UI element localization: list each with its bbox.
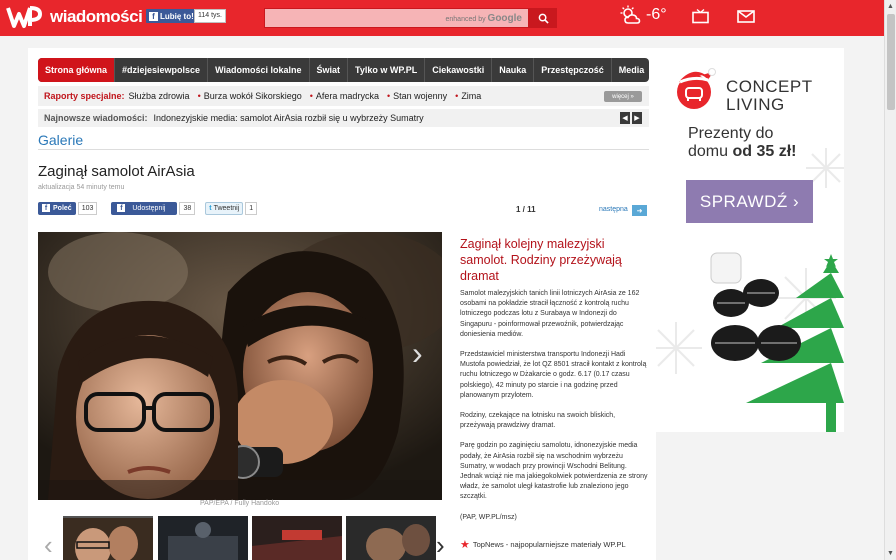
next-link[interactable]: następna: [599, 206, 628, 213]
nav-item-only-wp[interactable]: Tylko w WP.PL: [348, 58, 426, 82]
nav-item-curiosities[interactable]: Ciekawostki: [425, 58, 493, 82]
facebook-icon: f: [117, 204, 126, 212]
photo-next-chevron-icon[interactable]: ›: [412, 335, 423, 372]
search-provider: enhanced by Google: [445, 13, 523, 24]
main-nav: Strona główna #dziejesiewpolsce Wiadomoś…: [38, 58, 649, 82]
article-headline: Zaginął kolejny malezyjski samolot. Rodz…: [460, 237, 622, 283]
concept-living-logo-icon: [677, 68, 716, 109]
tv-icon[interactable]: [692, 9, 709, 24]
temperature: -6°: [646, 6, 667, 23]
latest-news-ticker: Najnowsze wiadomości: Indonezyjskie medi…: [38, 109, 649, 127]
ad-tagline: Prezenty do: [688, 125, 774, 142]
thumbs-next-chevron-icon[interactable]: ›: [436, 530, 445, 560]
update-time: aktualizacja 54 minuty temu: [38, 184, 125, 191]
article-paragraph: Samolot malezyjskich tanich linii lotnic…: [460, 290, 640, 338]
report-link[interactable]: Zima: [455, 91, 481, 101]
fb-like-count: 114 tys.: [194, 9, 226, 23]
ad-check-button[interactable]: SPRAWDŹ ›: [686, 180, 813, 223]
latest-news-label: Najnowsze wiadomości:: [44, 113, 148, 123]
fb-recommend-count: 103: [77, 201, 98, 215]
ad-brand: CONCEPT: [726, 77, 813, 96]
fb-like-button[interactable]: f Lubię to!: [146, 9, 197, 23]
tweet-button[interactable]: t Tweetnij: [205, 201, 244, 215]
thumbs-prev-chevron-icon[interactable]: ‹: [44, 530, 53, 560]
report-link[interactable]: Służba zdrowia: [129, 91, 190, 101]
ticker-next-icon[interactable]: ▶: [632, 112, 642, 124]
fb-like-label: Lubię to!: [160, 11, 194, 21]
ad-product-image: [710, 252, 801, 361]
article-paragraph: Rodziny, czekające na lotnisku na swoich…: [460, 412, 616, 430]
search-input[interactable]: enhanced by Google: [264, 8, 529, 28]
star-icon: ★: [460, 539, 470, 551]
nav-item-science[interactable]: Nauka: [492, 58, 535, 82]
special-reports-bar: Raporty specjalne: Służba zdrowia Burza …: [38, 86, 649, 106]
share-bar: f Poleć 103 f Udostępnij 38 t Tweetnij 1: [38, 201, 258, 215]
weather-partly-cloudy-icon: [620, 5, 641, 24]
page-scrollbar[interactable]: ▲ ▼: [884, 0, 896, 560]
report-link[interactable]: Burza wokół Sikorskiego: [198, 91, 302, 101]
scroll-up-icon[interactable]: ▲: [887, 3, 894, 10]
report-link[interactable]: Stan wojenny: [387, 91, 447, 101]
topnews-link[interactable]: ★ TopNews - najpopularniejsze materiały …: [460, 538, 626, 551]
nav-item-local-news[interactable]: Wiadomości lokalne: [208, 58, 310, 82]
wp-logo-icon[interactable]: [6, 4, 42, 30]
gallery-thumbnail[interactable]: [63, 516, 153, 560]
nav-item-dziejesiewpolsce[interactable]: #dziejesiewpolsce: [115, 58, 209, 82]
scrollbar-thumb[interactable]: [887, 14, 895, 110]
nav-item-world[interactable]: Świat: [310, 58, 349, 82]
nav-item-media[interactable]: Media: [612, 58, 649, 82]
weather-widget[interactable]: -6°: [620, 5, 667, 25]
section-title[interactable]: Galerie: [38, 132, 83, 148]
ad-tagline: domu od 35 zł!: [688, 143, 797, 160]
next-arrow-icon[interactable]: ➜: [632, 205, 647, 216]
search-button[interactable]: [529, 8, 557, 28]
nav-item-crime[interactable]: Przestępczość: [534, 58, 612, 82]
latest-news-link[interactable]: Indonezyjskie media: samolot AirAsia roz…: [154, 113, 424, 123]
photo-credit: PAP/EPA / Fully Handoko: [200, 500, 280, 507]
ad-brand: LIVING: [726, 95, 785, 114]
gallery-thumbnail[interactable]: [346, 516, 436, 560]
facebook-icon: f: [42, 204, 50, 212]
ticker-prev-icon[interactable]: ◀: [620, 112, 630, 124]
scroll-down-icon[interactable]: ▼: [887, 550, 894, 557]
article-paragraph: Parę godzin po zaginięciu samolotu, idno…: [460, 442, 648, 501]
search-icon: [538, 13, 549, 24]
more-reports-button[interactable]: więcej »: [604, 91, 642, 102]
gallery-thumbnail[interactable]: [252, 516, 342, 560]
fb-share-button[interactable]: f Udostępnij: [111, 201, 178, 215]
facebook-icon: f: [149, 11, 158, 21]
page-title: Zaginął samolot AirAsia: [38, 163, 195, 180]
twitter-icon: t: [209, 204, 212, 212]
report-link[interactable]: Afera madrycka: [310, 91, 379, 101]
section-divider: [38, 149, 649, 150]
article-paragraph: (PAP, WP.PL/msz): [460, 513, 517, 521]
gallery-photo[interactable]: [38, 232, 442, 500]
special-reports-label: Raporty specjalne:: [44, 91, 125, 101]
mail-icon[interactable]: [737, 10, 755, 23]
gallery-thumbnail[interactable]: [158, 516, 248, 560]
fb-recommend-button[interactable]: f Poleć: [38, 201, 76, 215]
article-paragraph: Przedstawiciel ministerstwa transportu I…: [460, 351, 647, 399]
gallery-pager: 1 / 11: [516, 205, 536, 214]
crying-women-photo: [38, 232, 442, 500]
tweet-count: 1: [245, 201, 258, 215]
fb-share-count: 38: [179, 201, 196, 215]
nav-item-home[interactable]: Strona główna: [38, 58, 116, 82]
site-name[interactable]: wiadomości: [50, 7, 143, 27]
article-body: Samolot malezyjskich tanich linii lotnic…: [460, 289, 650, 533]
